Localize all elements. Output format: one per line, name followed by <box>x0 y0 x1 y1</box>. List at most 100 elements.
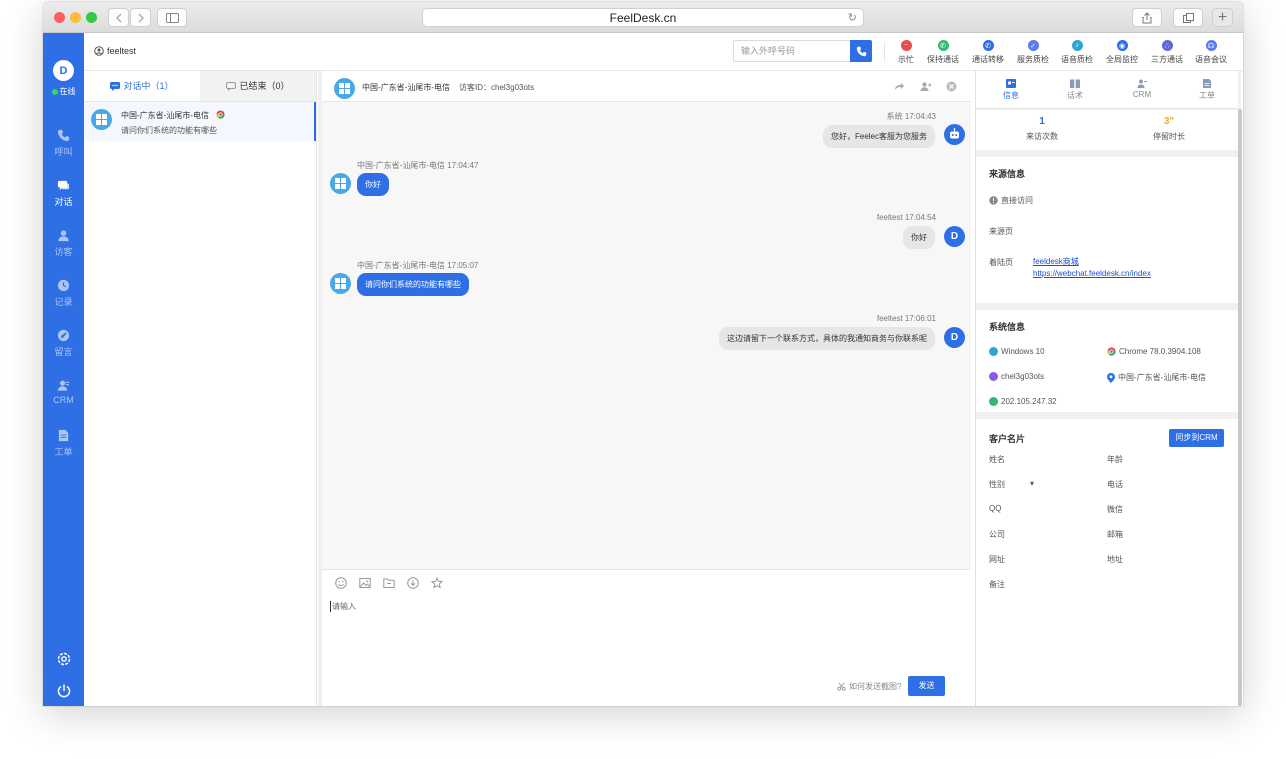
tool-voice-quality[interactable]: ♪ 语音质检 <box>1061 40 1093 65</box>
online-status[interactable]: 在线 <box>43 86 84 97</box>
windows-icon <box>339 83 350 94</box>
info-panel-scrollbar[interactable] <box>1238 109 1242 706</box>
windows-icon <box>335 178 346 189</box>
visitor-icon <box>58 230 69 242</box>
field-website-label[interactable]: 网址 <box>989 554 1005 565</box>
settings-gear-icon[interactable] <box>56 651 72 667</box>
tool-service-quality[interactable]: ✓ 服务质检 <box>1017 40 1049 65</box>
transfer-user-icon[interactable] <box>920 81 931 92</box>
field-address-label[interactable]: 地址 <box>1107 554 1123 565</box>
dial-number-input[interactable]: 输入外呼号码 <box>733 40 851 62</box>
ip-icon <box>989 397 998 406</box>
gender-dropdown-caret[interactable]: ▾ <box>1030 479 1034 488</box>
tool-voice-conference[interactable]: ☊ 语音会议 <box>1195 40 1227 65</box>
info-circle-icon <box>989 196 998 205</box>
ticket-icon <box>1203 79 1211 88</box>
download-icon[interactable] <box>407 577 419 589</box>
visitor-avatar <box>330 273 351 294</box>
field-phone-label[interactable]: 电话 <box>1107 479 1123 490</box>
tab-ended-conversations[interactable]: 已结束（0） <box>200 71 316 101</box>
image-icon[interactable] <box>359 577 371 589</box>
field-remark-label[interactable]: 备注 <box>989 579 1005 590</box>
power-icon[interactable] <box>56 683 72 699</box>
screenshot-help-link[interactable]: 如何发送截图? <box>837 681 901 692</box>
nav-item-crm[interactable]: CRM <box>43 379 84 405</box>
tab-active-conversations[interactable]: 对话中（1） <box>84 71 200 101</box>
message-input[interactable]: 请输入 <box>330 601 356 612</box>
landing-page-name-link[interactable]: feeldesk商城 <box>1033 256 1079 267</box>
stat-label: 来访次数 <box>1026 132 1058 141</box>
chevron-left-icon <box>115 13 121 22</box>
folder-icon[interactable] <box>383 577 395 589</box>
tabs-overview-button[interactable] <box>1173 8 1203 27</box>
conversation-item[interactable]: 中国-广东省-汕尾市-电信 请问你们系统的功能有哪些 <box>84 102 316 141</box>
reload-icon[interactable]: ↻ <box>848 9 857 27</box>
nav-item-messages[interactable]: 留言 <box>43 329 84 358</box>
tool-global-monitor[interactable]: ◉ 全局监控 <box>1106 40 1138 65</box>
chevron-right-icon <box>138 13 144 22</box>
tool-three-way-call[interactable]: ∴ 三方通话 <box>1151 40 1183 65</box>
emoji-icon[interactable] <box>335 577 347 589</box>
nav-item-chat[interactable]: 对话 <box>43 179 84 208</box>
window-zoom-button[interactable] <box>86 12 97 23</box>
system-info-card: 系统信息 Windows 10 Chrome 78.0.3904.108 che… <box>976 310 1238 412</box>
forward-arrow-icon[interactable] <box>894 81 905 92</box>
tab-active-label: 对话中（1） <box>123 81 174 91</box>
system-browser: Chrome 78.0.3904.108 <box>1107 347 1201 356</box>
address-bar[interactable]: FeelDesk.cn ↻ <box>422 8 864 27</box>
dial-call-button[interactable] <box>850 40 872 62</box>
field-wechat-label[interactable]: 微信 <box>1107 504 1123 515</box>
tab-crm-label: CRM <box>1132 90 1152 99</box>
scissors-icon <box>837 682 846 691</box>
field-email-label[interactable]: 邮箱 <box>1107 529 1123 540</box>
conversation-last-message: 请问你们系统的功能有哪些 <box>121 126 217 135</box>
nav-item-visitor[interactable]: 访客 <box>43 229 84 258</box>
windows-icon <box>335 278 346 289</box>
tool-label: 通话转移 <box>972 55 1004 64</box>
field-qq-label[interactable]: QQ <box>989 504 1001 513</box>
tab-ticket[interactable]: 工单 <box>1187 79 1227 101</box>
share-button[interactable] <box>1132 8 1162 27</box>
nav-item-ticket[interactable]: 工单 <box>43 429 84 458</box>
star-icon[interactable] <box>431 577 443 589</box>
tool-label: 示忙 <box>898 55 914 64</box>
username: feeltest <box>107 46 137 56</box>
nav-item-call[interactable]: 呼叫 <box>43 129 84 158</box>
sync-to-crm-button[interactable]: 同步到CRM <box>1169 429 1224 447</box>
current-user[interactable]: feeltest <box>94 46 136 56</box>
book-icon <box>1070 79 1080 88</box>
stat-stay-duration: 3" 停留时长 <box>1129 116 1209 142</box>
close-chat-icon[interactable] <box>946 81 957 92</box>
window-minimize-button[interactable] <box>70 12 81 23</box>
field-company-label[interactable]: 公司 <box>989 529 1005 540</box>
tab-info[interactable]: 信息 <box>991 79 1031 101</box>
landing-page-url-link[interactable]: https://webchat.feeldesk.cn/index <box>1033 269 1151 278</box>
tab-crm[interactable]: CRM <box>1122 79 1162 99</box>
window-close-button[interactable] <box>54 12 65 23</box>
field-name-label[interactable]: 姓名 <box>989 454 1005 465</box>
nav-label-ticket: 工单 <box>54 447 73 457</box>
nav-label-call: 呼叫 <box>54 147 73 157</box>
stat-label: 停留时长 <box>1153 132 1185 141</box>
chat-icon <box>57 180 70 191</box>
nav-item-records[interactable]: 记录 <box>43 279 84 308</box>
phone-icon <box>57 129 70 142</box>
forward-button[interactable] <box>130 8 151 27</box>
tab-ticket-label: 工单 <box>1199 91 1215 100</box>
send-button[interactable]: 发送 <box>908 676 945 696</box>
new-tab-button[interactable]: + <box>1212 8 1233 27</box>
field-age-label[interactable]: 年龄 <box>1107 454 1123 465</box>
share-icon <box>1142 11 1152 23</box>
tool-hold-call[interactable]: ✆ 保持通话 <box>927 40 959 65</box>
back-button[interactable] <box>108 8 129 27</box>
left-navigation: D 在线 呼叫 对话 访客 记录 留言 CRM 工单 <box>43 33 84 706</box>
conversation-name: 中国-广东省-汕尾市-电信 <box>121 111 209 120</box>
tab-scripts[interactable]: 话术 <box>1055 79 1095 101</box>
tool-transfer-call[interactable]: ✆ 通话转移 <box>972 40 1004 65</box>
visitor-avatar <box>334 78 355 99</box>
sidebar-toggle-button[interactable] <box>157 8 187 27</box>
field-gender-label[interactable]: 性别 <box>989 479 1005 490</box>
chat-ended-icon <box>226 81 237 91</box>
tool-busy[interactable]: − 示忙 <box>898 40 914 65</box>
message-bubble-outgoing: 你好 <box>903 226 935 249</box>
